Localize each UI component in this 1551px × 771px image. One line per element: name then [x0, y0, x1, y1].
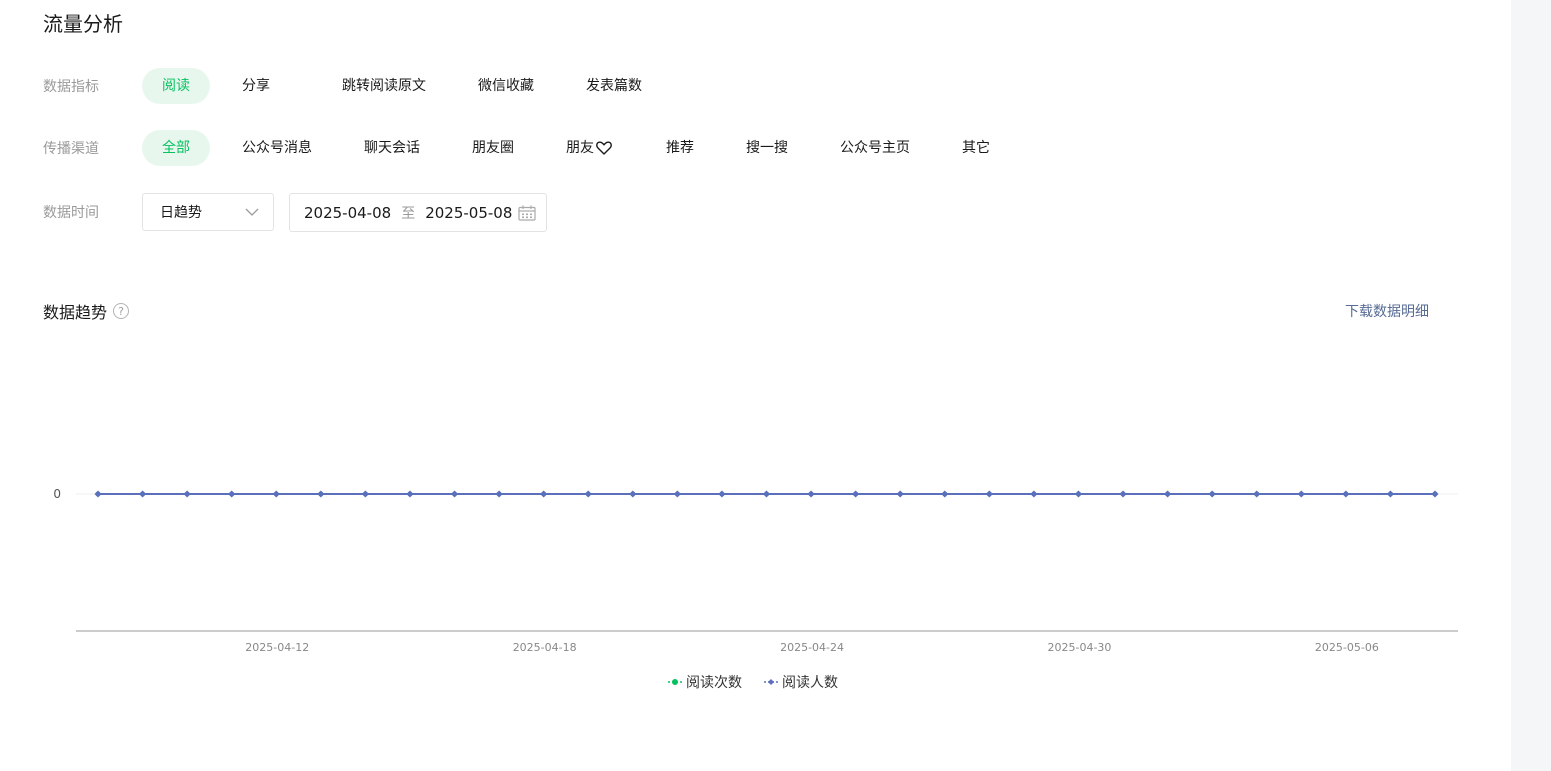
chevron-down-icon [245, 208, 259, 216]
time-filter-label: 数据时间 [43, 205, 99, 221]
legend-marker-read-users [764, 679, 778, 685]
series-point-1 [941, 490, 949, 498]
channel-option-chat[interactable]: 聊天会话 [344, 130, 440, 166]
series-point-1 [1431, 490, 1439, 498]
x-tick-label: 2025-04-24 [780, 641, 844, 654]
series-point-1 [584, 490, 592, 498]
series-point-1 [406, 490, 414, 498]
channel-option-friends[interactable]: 朋友 [546, 130, 632, 166]
metric-filter-label: 数据指标 [43, 79, 99, 95]
x-tick-label: 2025-04-18 [513, 641, 577, 654]
series-point-1 [540, 490, 548, 498]
trend-section-title: 数据趋势 [43, 303, 108, 322]
series-point-1 [317, 490, 325, 498]
legend-item-read-users[interactable]: 阅读人数 [764, 672, 838, 692]
x-tick-label: 2025-04-30 [1047, 641, 1111, 654]
channel-option-all[interactable]: 全部 [142, 130, 210, 166]
channel-filter-label: 传播渠道 [43, 141, 99, 157]
legend-item-read-count[interactable]: 阅读次数 [668, 672, 742, 692]
heart-icon [596, 141, 612, 155]
series-point-1 [272, 490, 280, 498]
series-point-1 [718, 490, 726, 498]
series-point-1 [1253, 490, 1261, 498]
series-point-1 [1297, 490, 1305, 498]
series-point-1 [807, 490, 815, 498]
right-gutter [1511, 0, 1551, 771]
series-point-1 [1386, 490, 1394, 498]
series-point-1 [94, 490, 102, 498]
series-point-1 [896, 490, 904, 498]
date-start: 2025-04-08 [304, 203, 392, 222]
series-point-1 [852, 490, 860, 498]
granularity-select[interactable]: 日趋势 [142, 193, 274, 231]
help-icon[interactable]: ? [113, 303, 130, 319]
metric-option-read[interactable]: 阅读 [142, 68, 210, 104]
series-point-1 [183, 490, 191, 498]
channel-option-recommend[interactable]: 推荐 [646, 130, 714, 166]
channel-option-search[interactable]: 搜一搜 [726, 130, 808, 166]
metric-option-read-original[interactable]: 跳转阅读原文 [322, 68, 446, 104]
x-tick-label: 2025-05-06 [1315, 641, 1379, 654]
series-point-1 [1164, 490, 1172, 498]
series-point-1 [495, 490, 503, 498]
x-tick-label: 2025-04-12 [245, 641, 309, 654]
date-range-picker[interactable]: 2025-04-08 至 2025-05-08 [289, 193, 547, 232]
channel-option-homepage[interactable]: 公众号主页 [820, 130, 930, 166]
traffic-analysis-panel: 流量分析 数据指标 阅读 分享 跳转阅读原文 微信收藏 发表篇数 传播渠道 全部… [0, 0, 1511, 771]
page-title: 流量分析 [43, 12, 123, 36]
legend-label-read-users: 阅读人数 [782, 675, 838, 691]
trend-chart: 0 2025-04-12 2025-04-18 2025-04-24 2025-04-3… [53, 487, 1458, 654]
series-point-1 [1342, 490, 1350, 498]
channel-option-moments[interactable]: 朋友圈 [452, 130, 534, 166]
series-point-1 [629, 490, 637, 498]
y-tick-label: 0 [53, 487, 61, 501]
trend-section-header: 数据趋势 ? [43, 299, 130, 323]
metric-option-post-count[interactable]: 发表篇数 [566, 68, 662, 104]
channel-option-friends-label: 朋友 [566, 140, 594, 156]
chart-legend: 阅读次数 阅读人数 [668, 672, 860, 692]
date-end: 2025-05-08 [425, 203, 513, 222]
series-point-1 [1030, 490, 1038, 498]
series-point-1 [139, 490, 147, 498]
metric-option-favorite[interactable]: 微信收藏 [458, 68, 554, 104]
legend-label-read-count: 阅读次数 [686, 675, 742, 691]
legend-marker-read-count [668, 679, 682, 685]
series-point-1 [673, 490, 681, 498]
download-detail-link[interactable]: 下载数据明细 [1345, 301, 1429, 321]
calendar-icon[interactable] [518, 205, 536, 221]
metric-filter-row: 数据指标 阅读 分享 跳转阅读原文 微信收藏 发表篇数 [43, 68, 674, 104]
series-point-1 [1208, 490, 1216, 498]
series-point-1 [763, 490, 770, 498]
series-point-1 [1074, 490, 1082, 498]
channel-option-official-msg[interactable]: 公众号消息 [222, 130, 332, 166]
series-point-1 [361, 490, 369, 498]
channel-filter-row: 传播渠道 全部 公众号消息 聊天会话 朋友圈 朋友 推荐 搜一搜 公众号主页 其… [43, 130, 1022, 166]
series-point-1 [985, 490, 993, 498]
metric-option-share[interactable]: 分享 [222, 68, 290, 104]
channel-option-other[interactable]: 其它 [942, 130, 1010, 166]
granularity-value: 日趋势 [160, 205, 202, 221]
series-point-1 [451, 490, 459, 498]
series-point-1 [1119, 490, 1127, 498]
series-point-1 [228, 490, 236, 498]
date-separator: 至 [401, 205, 416, 222]
